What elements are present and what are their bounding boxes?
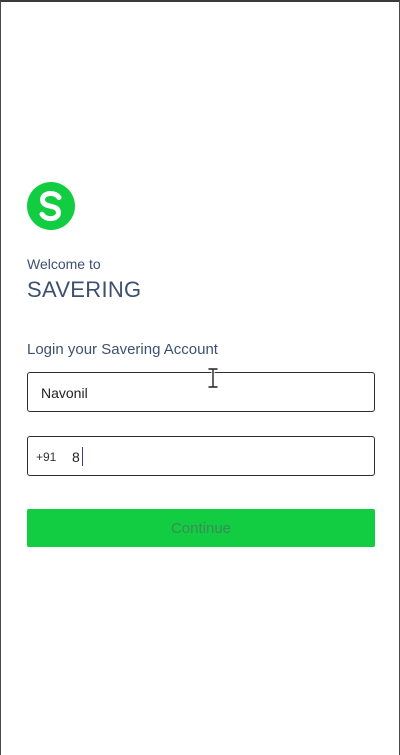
welcome-text: Welcome to — [27, 256, 101, 272]
country-code: +91 — [36, 450, 57, 464]
brand-title: SAVERING — [27, 277, 142, 302]
login-heading: Login your Savering Account — [27, 341, 218, 358]
continue-button[interactable]: Continue — [27, 509, 375, 547]
phone-input-value: 8 — [72, 449, 80, 465]
name-input-value: Navonil — [41, 385, 88, 401]
text-cursor-icon — [207, 367, 219, 389]
name-input[interactable]: Navonil — [27, 372, 375, 412]
text-caret — [82, 447, 83, 466]
savering-logo-icon — [27, 182, 75, 230]
phone-input[interactable]: +91 8 — [27, 436, 375, 476]
app-screen: Welcome to SAVERING Login your Savering … — [0, 0, 400, 755]
